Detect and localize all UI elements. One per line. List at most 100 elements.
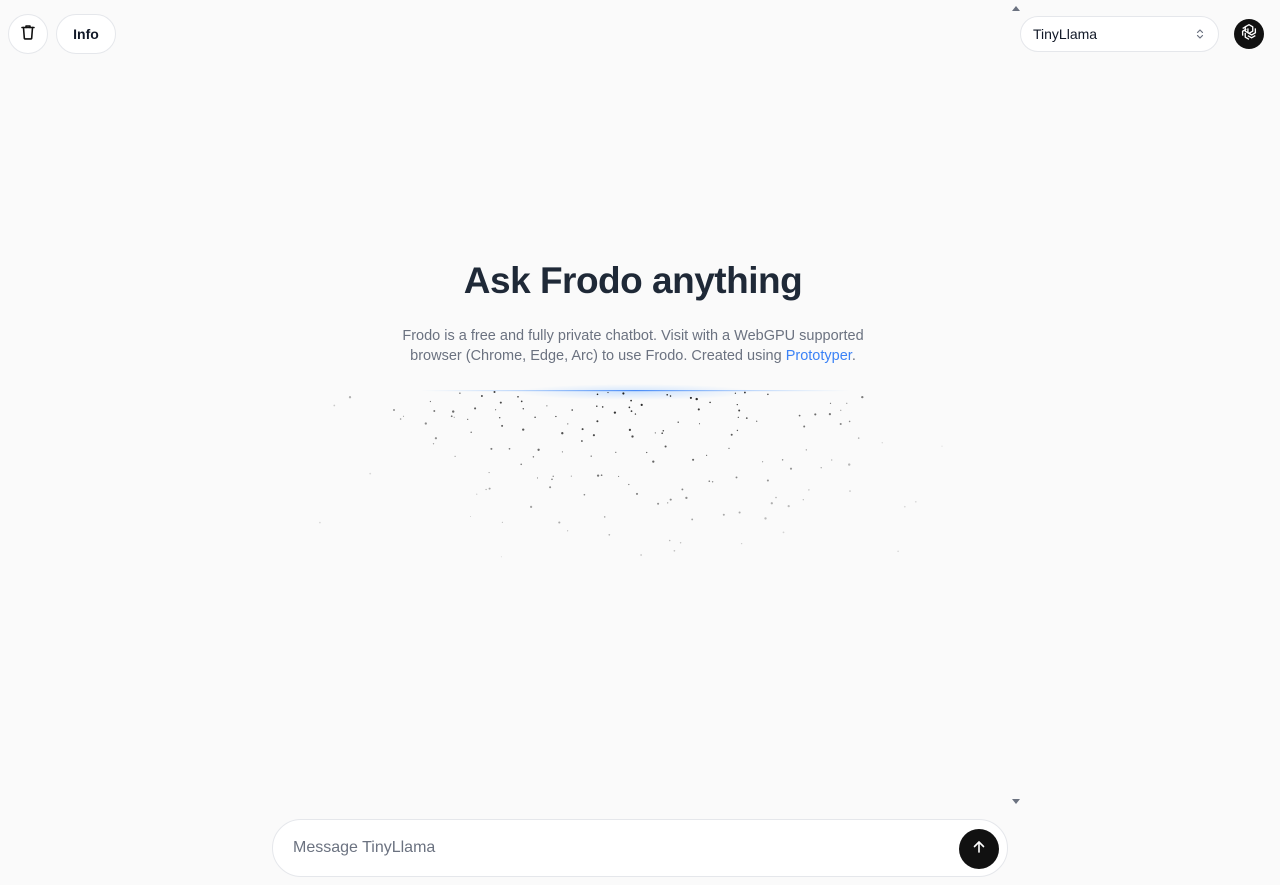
info-button-label: Info [73,26,99,42]
sparkle-dot [770,502,773,505]
app-root: Info TinyLlama Ask Frodo anything Frodo … [0,0,1280,885]
sparkle-dot [628,428,632,432]
sparkle-dot [488,487,491,490]
message-composer [272,819,1008,877]
sparkle-dot [631,435,634,438]
page-title: Ask Frodo anything [463,260,803,301]
sparkle-dot [789,467,793,470]
sparkle-dot [434,437,438,440]
sparkle-dot [567,423,569,425]
sparkle-dot [348,396,352,399]
info-button[interactable]: Info [56,14,116,54]
sparkle-dot [738,511,741,514]
sparkle-dot [692,458,695,461]
sparkle-dot [706,454,708,456]
sparkle-dot [698,423,701,425]
sparkle-dot [669,395,672,397]
sparkle-dot [820,467,822,469]
scrollbar[interactable] [1008,0,1022,810]
sparkle-dot [607,392,609,394]
sparkle-dot [319,521,321,524]
sparkle-dot [743,391,746,394]
sparkle-dot [596,393,599,396]
sparkle-dot [635,492,639,495]
sparkle-dot [561,451,563,453]
subtitle-trailing: . [851,348,856,364]
sparkle-dot [736,429,739,432]
sparkle-dot [522,408,525,410]
sparkle-dot [775,496,777,499]
sparkle-dot [646,451,648,454]
sparkle-dot [708,480,711,483]
sparkle-dot [734,392,737,394]
sparkle-dot [689,396,692,399]
sparkle-dot [450,415,453,418]
sparkle-dot [536,477,539,479]
sparkle-dot [581,428,584,431]
scroll-up-arrow-icon[interactable] [1012,6,1020,11]
sparkle-dot [738,409,741,412]
sparkle-dot [432,443,435,445]
sparkle-dot [654,432,656,434]
sparkle-dot [846,402,848,404]
sparkle-dot [555,415,557,418]
sparkle-dot [495,409,497,411]
sparkle-dot [499,401,502,404]
sparkle-dot [848,463,851,466]
sparkle-dot [839,422,842,426]
sparkle-dot [474,407,477,410]
sparkle-dot [634,413,637,415]
sparkle-dot [766,479,769,482]
sparkle-dot [433,410,436,412]
sparkle-dot [735,476,738,479]
sparkle-dot [424,422,427,425]
sparkle-dot [622,392,625,395]
clear-chat-button[interactable] [8,14,48,54]
sparkle-dot [652,460,655,463]
account-avatar[interactable] [1234,19,1264,49]
arrow-up-icon [972,840,986,859]
sparkle-dot [711,481,714,483]
sparkle-dot [764,517,767,520]
sparkle-dot [493,390,496,394]
sparkle-dot [628,483,630,486]
sparkle-dot [459,392,461,394]
sparkle-dot [501,424,504,427]
sparkle-dot [685,496,688,500]
sparkle-dot [787,505,790,508]
send-button[interactable] [959,829,999,869]
sparkle-dot [603,516,606,518]
message-input[interactable] [293,820,953,876]
sparkle-dot [613,411,617,414]
sparkle-dot [558,521,561,524]
sparkle-dot [485,488,487,491]
page-subtitle: Frodo is a free and fully private chatbo… [380,326,886,366]
prototyper-link[interactable]: Prototyper [786,348,852,364]
sparkle-dot [453,416,455,418]
sparkle-dot [501,521,504,524]
sparkle-dot [429,400,431,403]
sparkle-dot [697,408,700,411]
sparkle-dot [452,410,455,413]
sparkle-dot [596,405,598,407]
sparkle-dot [756,420,758,422]
sparkle-dot [829,402,832,404]
sparkle-dot [857,437,860,439]
sparkle-dot [740,542,743,545]
sparkle-dot [549,486,552,489]
sparkle-dot [730,433,733,436]
sparkle-dot [782,531,785,534]
sparkle-dot [476,493,478,495]
sparkle-dot [520,463,523,466]
sparkle-dot [570,475,572,477]
scroll-down-arrow-icon[interactable] [1012,799,1020,804]
sparkle-dot [630,399,632,402]
sparkle-dot [849,490,851,493]
sparkle-dot [498,416,501,419]
sparkle-dot [480,395,483,397]
sparkle-dot [737,416,739,419]
sparkles-decoration [319,384,943,558]
sparkle-dot [681,488,684,491]
model-select[interactable]: TinyLlama [1020,16,1219,52]
sparkle-dot [661,432,664,435]
